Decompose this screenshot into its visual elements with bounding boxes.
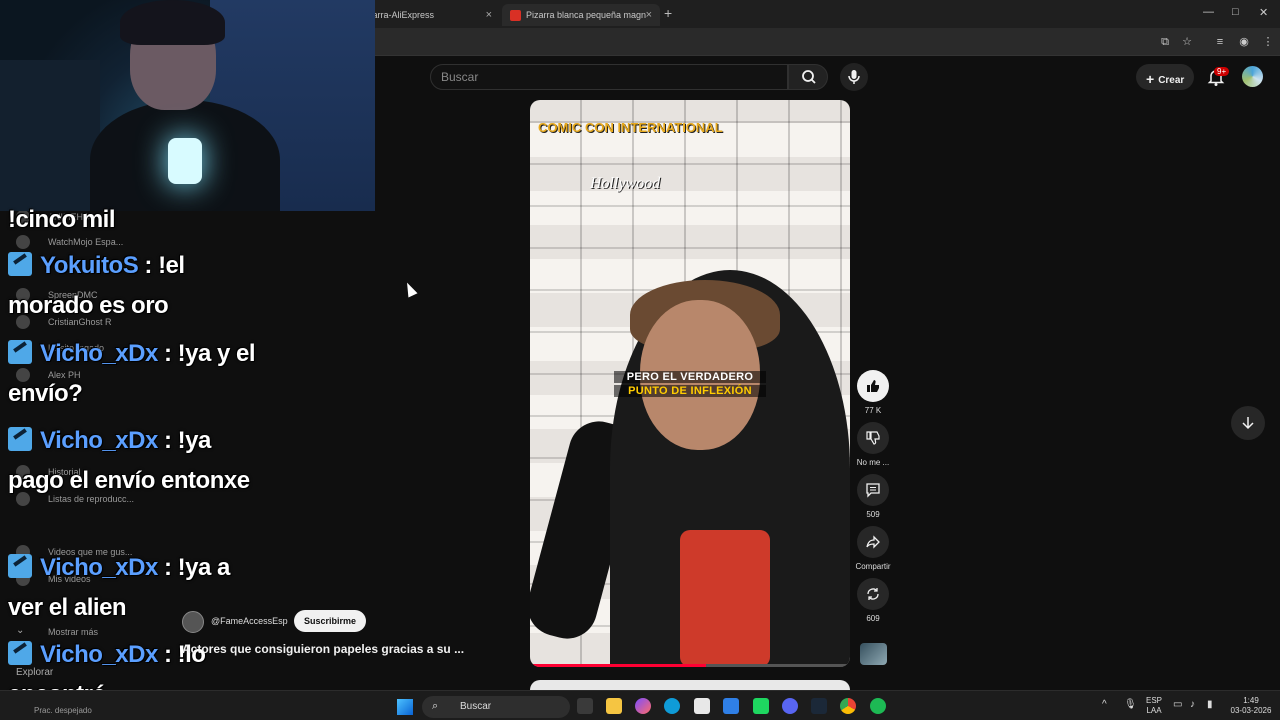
search-icon: ⌕ xyxy=(432,700,439,712)
chat-username: YokuitoS xyxy=(40,252,139,279)
like-button[interactable] xyxy=(857,370,889,402)
menu-dots-icon[interactable]: ⋮ xyxy=(1262,36,1274,48)
webcam-overlay xyxy=(0,0,375,211)
windows-taskbar: ⌕ Buscar ^ 🎙 ESP LAA ▭ ♪ ▮ 1:49 03-03-2026 xyxy=(0,690,1280,720)
new-tab-icon[interactable]: + xyxy=(664,5,672,21)
hammer-badge-icon xyxy=(8,427,32,451)
profile-icon[interactable]: ◉ xyxy=(1238,36,1250,48)
backdrop-text: COMIC CON INTERNATIONAL xyxy=(538,120,723,135)
lamp xyxy=(168,138,202,184)
aliexpress-favicon-icon xyxy=(510,9,521,21)
close-tab-icon[interactable]: × xyxy=(646,9,652,21)
comment-icon xyxy=(866,483,880,498)
chat-message: !cinco mil xyxy=(8,206,116,233)
share-label: Compartir xyxy=(855,562,891,571)
video-title[interactable]: Actores que consiguieron papeles gracias… xyxy=(182,642,464,656)
remix-button[interactable] xyxy=(857,578,889,610)
volume-icon[interactable]: ♪ xyxy=(1190,700,1195,710)
steam-icon[interactable] xyxy=(811,698,827,714)
caption-line-2: PUNTO DE INFLEXIÓN xyxy=(614,385,766,397)
next-video-button[interactable] xyxy=(1231,406,1265,440)
tab-pizarra[interactable]: Pizarra blanca pequeña magné × xyxy=(502,4,660,26)
remix-count: 609 xyxy=(866,614,880,623)
install-app-icon[interactable]: ⧉ xyxy=(1159,36,1171,48)
media-controls-icon[interactable]: ≡ xyxy=(1214,36,1226,48)
mail-icon[interactable] xyxy=(723,698,739,714)
bookmark-star-icon[interactable]: ☆ xyxy=(1181,36,1193,48)
create-button[interactable]: + Crear xyxy=(1136,64,1194,90)
task-view-icon[interactable] xyxy=(577,698,593,714)
maximize-icon[interactable]: □ xyxy=(1232,6,1239,18)
like-count: 77 K xyxy=(864,406,882,415)
edge-icon[interactable] xyxy=(664,698,680,714)
mouse-cursor xyxy=(402,280,418,298)
progress-fill xyxy=(530,664,706,667)
minimize-icon[interactable]: — xyxy=(1203,6,1214,18)
tray-overflow-icon[interactable]: ^ xyxy=(1102,700,1107,710)
screen: { "browser": { "tabs": [ {"label": "zarr… xyxy=(0,0,1280,720)
account-avatar[interactable] xyxy=(1242,66,1263,87)
search-icon xyxy=(802,70,816,84)
tab-aliexpress[interactable]: zarra-AliExpress × xyxy=(360,4,500,26)
thumbs-down-icon xyxy=(866,431,880,445)
weather-widget[interactable]: Prac. despejado xyxy=(34,706,92,715)
hammer-badge-icon xyxy=(8,641,32,665)
short-video-player[interactable]: COMIC CON INTERNATIONAL Hollywood PERO E… xyxy=(530,100,850,667)
clock[interactable]: 1:49 03-03-2026 xyxy=(1225,696,1277,716)
tab-label: zarra-AliExpress xyxy=(368,10,435,20)
discord-icon[interactable] xyxy=(782,698,798,714)
comment-count: 509 xyxy=(866,510,880,519)
microphone-icon[interactable]: 🎙 xyxy=(1124,700,1137,710)
watermark: Hollywood xyxy=(590,175,661,192)
channel-avatar[interactable] xyxy=(182,611,204,633)
stream-chat-overlay: !cinco mil YokuitoS : !el morado es oro … xyxy=(0,200,260,710)
chat-message: YokuitoS : !el morado es oro xyxy=(8,246,258,326)
tab-label: Pizarra blanca pequeña magné xyxy=(525,10,646,20)
network-icon[interactable]: ▭ xyxy=(1173,700,1182,710)
caption-line-1: PERO EL VERDADERO xyxy=(614,371,766,383)
hammer-badge-icon xyxy=(8,340,32,364)
channel-name[interactable]: @FameAccessEsp xyxy=(211,616,288,626)
share-button[interactable] xyxy=(857,526,889,558)
taskbar-search[interactable]: ⌕ Buscar xyxy=(422,696,570,718)
create-label: Crear xyxy=(1158,75,1185,86)
remix-icon xyxy=(867,588,879,600)
subscribe-button[interactable]: Suscribirme xyxy=(294,610,366,632)
search-input[interactable]: Buscar xyxy=(430,64,788,90)
notification-badge: 9+ xyxy=(1214,67,1230,76)
video-progress-bar[interactable] xyxy=(530,664,850,667)
file-explorer-icon[interactable] xyxy=(606,698,622,714)
arrow-down-icon xyxy=(1242,417,1254,430)
copilot-icon[interactable] xyxy=(635,698,651,714)
windows-start-icon[interactable] xyxy=(397,699,413,715)
app-icon[interactable] xyxy=(753,698,769,714)
chat-message: Vicho_xDx : !ya y el envío? xyxy=(8,334,258,414)
chat-username: Vicho_xDx xyxy=(40,427,158,454)
close-tab-icon[interactable]: × xyxy=(486,9,492,21)
comments-button[interactable] xyxy=(857,474,889,506)
hammer-badge-icon xyxy=(8,554,32,578)
chat-username: Vicho_xDx xyxy=(40,641,158,668)
hammer-badge-icon xyxy=(8,252,32,276)
chat-message: Vicho_xDx : !ya pago el envío entonxe xyxy=(8,421,258,501)
thumbs-up-icon xyxy=(867,380,879,392)
microphone-icon xyxy=(848,70,860,84)
audio-track-thumbnail[interactable] xyxy=(860,643,887,665)
battery-icon[interactable]: ▮ xyxy=(1207,700,1213,710)
chat-username: Vicho_xDx xyxy=(40,340,158,367)
dislike-button[interactable] xyxy=(857,422,889,454)
language-indicator[interactable]: ESP LAA xyxy=(1146,696,1162,716)
spotify-icon[interactable] xyxy=(870,698,886,714)
dislike-label: No me ... xyxy=(856,458,890,467)
close-window-icon[interactable]: ✕ xyxy=(1259,6,1268,19)
plus-icon: + xyxy=(1146,71,1155,87)
store-icon[interactable] xyxy=(694,698,710,714)
voice-search-button[interactable] xyxy=(840,63,868,91)
share-arrow-icon xyxy=(866,535,880,549)
search-button[interactable] xyxy=(788,64,828,90)
chat-username: Vicho_xDx xyxy=(40,554,158,581)
chrome-icon[interactable] xyxy=(840,698,856,714)
